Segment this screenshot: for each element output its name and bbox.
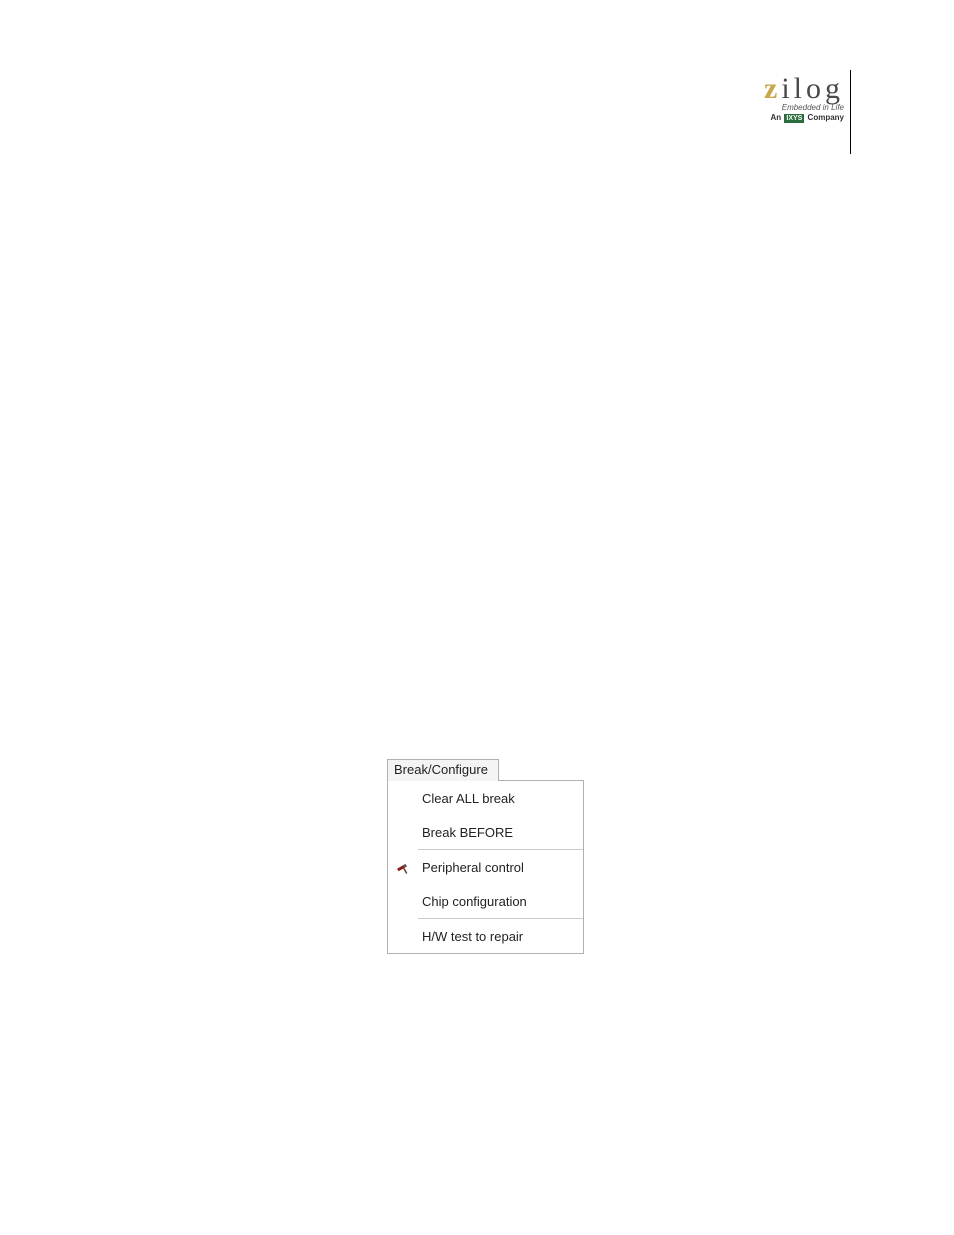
brand-logo-block: zilog Embedded in Life An IXYS Company	[744, 75, 844, 123]
menu-item-label: Break BEFORE	[418, 825, 583, 840]
brand-logo-z: z	[764, 72, 781, 105]
hammer-icon	[388, 858, 418, 876]
menu-body: Clear ALL break Break BEFORE Peripheral …	[387, 780, 584, 954]
menu-tab-label: Break/Configure	[394, 762, 488, 777]
menu-item-break-before[interactable]: Break BEFORE	[388, 815, 583, 849]
break-configure-menu: Break/Configure Clear ALL break Break BE…	[387, 758, 582, 954]
menu-item-label: Peripheral control	[418, 860, 583, 875]
menu-item-hw-test-repair[interactable]: H/W test to repair	[388, 919, 583, 953]
brand-logo: zilog	[744, 75, 844, 103]
menu-item-label: Chip configuration	[418, 894, 583, 909]
brand-company-box: IXYS	[784, 114, 804, 123]
menu-tab-break-configure[interactable]: Break/Configure	[387, 759, 499, 781]
menu-item-label: Clear ALL break	[418, 791, 583, 806]
brand-logo-rest: ilog	[781, 72, 844, 105]
menu-item-chip-configuration[interactable]: Chip configuration	[388, 884, 583, 918]
header-divider	[850, 70, 851, 154]
brand-company-suffix: Company	[805, 113, 844, 122]
menu-item-label: H/W test to repair	[418, 929, 583, 944]
brand-company-line: An IXYS Company	[744, 113, 844, 123]
brand-tagline: Embedded in Life	[744, 103, 844, 112]
menu-item-clear-all-break[interactable]: Clear ALL break	[388, 781, 583, 815]
brand-company-prefix: An	[770, 113, 783, 122]
menu-item-peripheral-control[interactable]: Peripheral control	[388, 850, 583, 884]
